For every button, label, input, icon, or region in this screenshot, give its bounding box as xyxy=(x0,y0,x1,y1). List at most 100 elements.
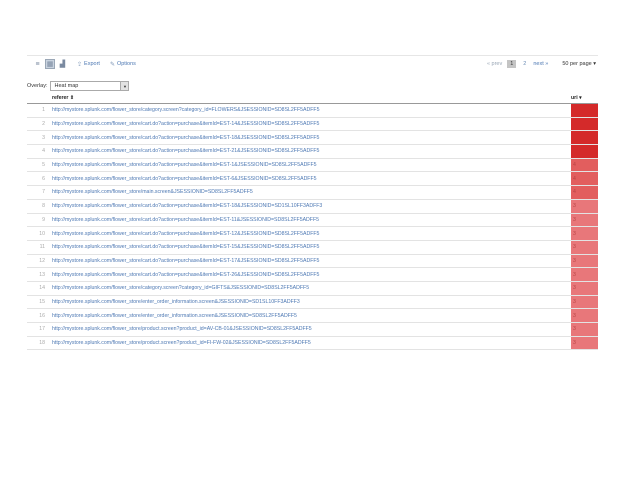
options-label: Options xyxy=(116,61,136,67)
referer-link[interactable]: http://mystore.splunk.com/flower_store/c… xyxy=(49,121,571,127)
table-row[interactable]: 3 http://mystore.splunk.com/flower_store/… xyxy=(27,131,598,146)
overlay-control: Overlay: Heat map ▼ xyxy=(27,81,130,91)
row-number: 7 xyxy=(42,189,45,196)
row-number: 18 xyxy=(39,340,45,347)
referer-link[interactable]: http://mystore.splunk.com/flower_store/e… xyxy=(49,299,571,305)
column-header-uri[interactable]: uri ▾ xyxy=(569,95,598,101)
row-number: 10 xyxy=(39,230,45,237)
pagination: « prev 1 2 next » xyxy=(487,60,548,68)
row-number: 5 xyxy=(42,162,45,169)
uri-heat-cell[interactable]: 3 xyxy=(571,240,598,254)
referer-link[interactable]: http://mystore.splunk.com/flower_store/c… xyxy=(49,176,571,182)
referer-link[interactable]: http://mystore.splunk.com/flower_store/p… xyxy=(49,326,571,332)
row-number: 13 xyxy=(39,271,45,278)
table-row[interactable]: 8 http://mystore.splunk.com/flower_store/… xyxy=(27,199,598,214)
uri-heat-cell[interactable]: 3 xyxy=(571,281,598,295)
referer-link[interactable]: http://mystore.splunk.com/flower_store/e… xyxy=(49,313,571,319)
overlay-label: Overlay: xyxy=(27,83,48,89)
row-number: 11 xyxy=(39,244,45,251)
table-row[interactable]: 11 http://mystore.splunk.com/flower_store… xyxy=(27,240,598,255)
table-row[interactable]: 1 http://mystore.splunk.com/flower_store/… xyxy=(27,104,598,118)
uri-heat-cell[interactable]: 3 xyxy=(571,268,598,281)
table-row[interactable]: 12 http://mystore.splunk.com/flower_store… xyxy=(27,254,598,269)
referer-link[interactable]: http://mystore.splunk.com/flower_store/c… xyxy=(49,148,571,154)
per-page-dropdown[interactable]: 50 per page ▾ xyxy=(562,61,596,67)
next-page-link[interactable]: next » xyxy=(533,61,548,67)
referer-link[interactable]: http://mystore.splunk.com/flower_store/c… xyxy=(49,135,571,141)
export-icon: ⇪ xyxy=(77,61,83,68)
referer-link[interactable]: http://mystore.splunk.com/flower_store/c… xyxy=(49,217,571,223)
results-toolbar: ≡ ▦ ▟ ⇪ Export ✎ Options « prev 1 2 next… xyxy=(27,55,598,72)
table-row[interactable]: 18 http://mystore.splunk.com/flower_store… xyxy=(27,336,598,351)
referer-link[interactable]: http://mystore.splunk.com/flower_store/c… xyxy=(49,244,571,250)
uri-heat-cell[interactable]: 4 xyxy=(571,186,598,199)
uri-heat-cell[interactable] xyxy=(571,117,598,131)
overlay-select-value: Heat map xyxy=(54,83,79,89)
table-body: 1 http://mystore.splunk.com/flower_store/… xyxy=(27,104,598,351)
table-row[interactable]: 15 http://mystore.splunk.com/flower_store… xyxy=(27,295,598,310)
referer-link[interactable]: http://mystore.splunk.com/flower_store/c… xyxy=(49,107,571,113)
uri-heat-cell[interactable]: 4 xyxy=(571,172,598,186)
table-row[interactable]: 14 http://mystore.splunk.com/flower_store… xyxy=(27,281,598,296)
table-row[interactable]: 16 http://mystore.splunk.com/flower_store… xyxy=(27,309,598,323)
row-number: 8 xyxy=(42,203,45,210)
table-row[interactable]: 13 http://mystore.splunk.com/flower_store… xyxy=(27,268,598,282)
overlay-select[interactable]: Heat map ▼ xyxy=(50,81,130,91)
referer-link[interactable]: http://mystore.splunk.com/flower_store/p… xyxy=(49,340,571,346)
uri-heat-cell[interactable]: 3 xyxy=(571,227,598,240)
uri-heat-cell[interactable]: 4 xyxy=(571,158,598,172)
row-number: 6 xyxy=(42,175,45,182)
table-row[interactable]: 6 http://mystore.splunk.com/flower_store/… xyxy=(27,172,598,187)
uri-heat-cell[interactable] xyxy=(571,131,598,145)
uri-heat-cell[interactable]: 3 xyxy=(571,254,598,268)
export-button[interactable]: ⇪ Export xyxy=(77,61,100,68)
referer-link[interactable]: http://mystore.splunk.com/flower_store/c… xyxy=(49,272,571,278)
referer-link[interactable]: http://mystore.splunk.com/flower_store/m… xyxy=(49,189,571,195)
options-icon: ✎ xyxy=(109,61,115,68)
page-1-link[interactable]: 1 xyxy=(507,60,517,68)
row-number: 12 xyxy=(39,257,45,264)
uri-heat-cell[interactable]: 3 xyxy=(571,295,598,309)
view-switcher: ≡ ▦ ▟ xyxy=(33,59,67,69)
row-number: 1 xyxy=(42,107,45,114)
list-view-icon[interactable]: ≡ xyxy=(33,60,42,69)
referer-link[interactable]: http://mystore.splunk.com/flower_store/c… xyxy=(49,203,571,209)
referer-link[interactable]: http://mystore.splunk.com/flower_store/c… xyxy=(49,285,571,291)
referer-link[interactable]: http://mystore.splunk.com/flower_store/c… xyxy=(49,258,571,264)
uri-heat-cell[interactable]: 3 xyxy=(571,323,598,336)
table-row[interactable]: 17 http://mystore.splunk.com/flower_store… xyxy=(27,323,598,337)
row-number: 9 xyxy=(42,216,45,223)
results-table: referer ⇕ uri ▾ 1 http://mystore.splunk.c… xyxy=(27,93,598,351)
chevron-down-icon: ▼ xyxy=(120,82,129,90)
row-number: 15 xyxy=(39,298,45,305)
uri-heat-cell[interactable] xyxy=(571,145,598,158)
uri-heat-cell[interactable]: 3 xyxy=(571,213,598,227)
uri-heat-cell[interactable] xyxy=(571,104,598,117)
uri-heat-cell[interactable]: 3 xyxy=(571,309,598,322)
row-number: 2 xyxy=(42,121,45,128)
uri-heat-cell[interactable]: 3 xyxy=(571,199,598,213)
referer-link[interactable]: http://mystore.splunk.com/flower_store/c… xyxy=(49,231,571,237)
options-button[interactable]: ✎ Options xyxy=(110,61,136,68)
row-number: 17 xyxy=(39,326,45,333)
page-2-link[interactable]: 2 xyxy=(521,61,528,67)
row-number: 3 xyxy=(42,134,45,141)
row-number: 4 xyxy=(42,148,45,155)
table-row[interactable]: 2 http://mystore.splunk.com/flower_store/… xyxy=(27,117,598,132)
table-row[interactable]: 5 http://mystore.splunk.com/flower_store/… xyxy=(27,158,598,173)
row-number: 14 xyxy=(39,285,45,292)
export-label: Export xyxy=(84,61,100,67)
table-row[interactable]: 10 http://mystore.splunk.com/flower_store… xyxy=(27,227,598,241)
table-row[interactable]: 9 http://mystore.splunk.com/flower_store/… xyxy=(27,213,598,228)
chart-view-icon[interactable]: ▟ xyxy=(58,60,67,69)
column-header-referer[interactable]: referer ⇕ xyxy=(49,95,569,101)
results-panel: ≡ ▦ ▟ ⇪ Export ✎ Options « prev 1 2 next… xyxy=(0,0,638,479)
table-row[interactable]: 7 http://mystore.splunk.com/flower_store/… xyxy=(27,186,598,200)
table-row[interactable]: 4 http://mystore.splunk.com/flower_store/… xyxy=(27,145,598,159)
table-view-icon[interactable]: ▦ xyxy=(45,59,55,69)
referer-link[interactable]: http://mystore.splunk.com/flower_store/c… xyxy=(49,162,571,168)
prev-page-link[interactable]: « prev xyxy=(487,61,502,67)
row-number: 16 xyxy=(39,312,45,319)
uri-heat-cell[interactable]: 3 xyxy=(571,336,598,350)
table-header: referer ⇕ uri ▾ xyxy=(27,93,598,104)
